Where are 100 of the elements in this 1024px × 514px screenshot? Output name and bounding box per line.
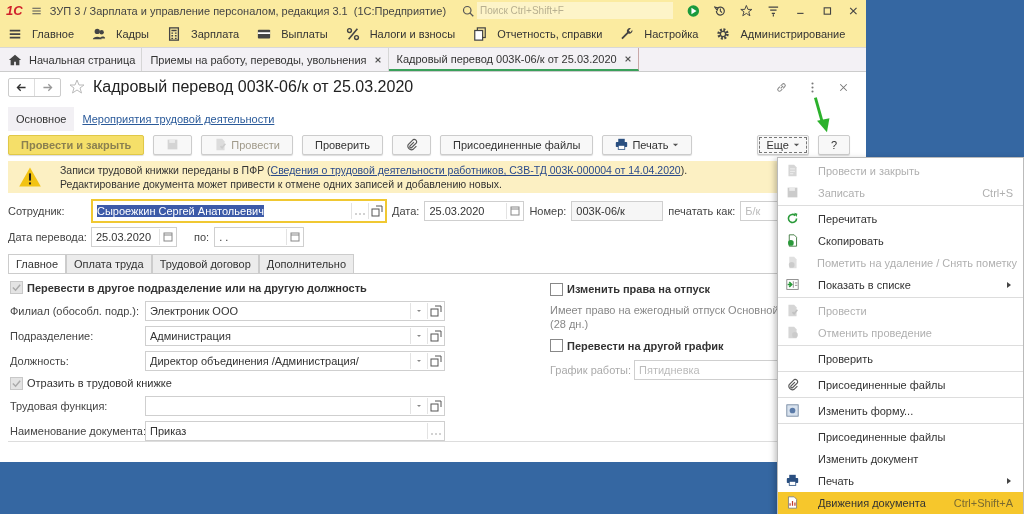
section-item[interactable]: Налоги и взносы	[345, 27, 456, 41]
people-icon	[92, 27, 107, 41]
open-icon[interactable]	[368, 203, 385, 219]
open-tab[interactable]: Начальная страница	[0, 48, 143, 71]
calculator-icon	[167, 27, 181, 41]
icon-button[interactable]	[392, 134, 431, 155]
floppy-icon	[786, 186, 799, 199]
field-label: Филиал (обособл. подр.):	[10, 304, 141, 317]
date-field[interactable]: 25.03.2020	[424, 201, 525, 221]
chart-icon	[786, 496, 799, 509]
select-field[interactable]: Администрация	[145, 325, 445, 346]
floppy-icon	[166, 138, 180, 151]
number-field[interactable]: 003К-06/к	[571, 201, 664, 221]
field-label: Дата:	[392, 205, 420, 217]
printer-icon	[615, 138, 629, 151]
checkbox[interactable]	[550, 339, 563, 353]
form-nav-link[interactable]: Мероприятия трудовой деятельности	[82, 113, 275, 125]
field-label: Номер:	[529, 205, 567, 217]
document-icon	[786, 256, 799, 269]
annotation-arrow	[812, 96, 832, 134]
close-icon[interactable]	[623, 54, 632, 63]
menu-item[interactable]: Изменить форму...	[778, 400, 1023, 422]
printer-icon	[786, 474, 799, 487]
field-label: по:	[193, 231, 210, 243]
document-icon	[786, 326, 799, 339]
ellipsis-icon[interactable]	[427, 423, 444, 439]
field-label: График работы:	[550, 363, 632, 376]
open-tab[interactable]: Кадровый перевод 003К-06/к от 25.03.2020	[388, 48, 639, 71]
warning-icon	[18, 166, 42, 188]
toolbar-button[interactable]: Печать	[602, 134, 693, 155]
banner-message: Записи трудовой книжки переданы в ПФР (Сведения о трудовой деятельности работников, СЗВ-ТД 003К-000004 от 14.04.2020).	[60, 164, 688, 176]
menu-item[interactable]: Изменить документ	[778, 448, 1023, 470]
toolbar-button[interactable]: Проверить	[301, 134, 383, 155]
field-label: Подразделение:	[10, 329, 95, 342]
star-icon[interactable]	[740, 2, 754, 19]
percent-icon	[345, 27, 360, 41]
caret-icon	[672, 141, 680, 148]
choice-field[interactable]: Приказ	[145, 421, 445, 441]
menu-icon	[8, 27, 22, 41]
more-button[interactable]: Еще	[757, 134, 809, 155]
paperclip-icon	[786, 378, 799, 391]
checkbox-label: Отразить в трудовой книжке	[27, 377, 172, 390]
checkbox-label: Перевести на другой график	[567, 339, 724, 352]
app-logo: 1С	[6, 3, 23, 18]
field-label: Должность:	[10, 354, 70, 367]
field-label: печатать как:	[668, 205, 736, 217]
open-icon[interactable]	[427, 302, 444, 319]
section-item[interactable]: Выплаты	[257, 27, 328, 41]
close-icon[interactable]	[373, 55, 382, 64]
form-tab[interactable]: Дополнительно	[258, 254, 354, 273]
form-nav-item[interactable]: Основное	[8, 107, 75, 131]
document-link[interactable]: Сведения о трудовой деятельности работников, СЗВ-ТД 003К-000004 от 14.04.2020	[270, 164, 681, 176]
menu-item[interactable]: Скопировать	[778, 230, 1023, 252]
select-field[interactable]: Директор объединения /Администрация/	[145, 350, 445, 371]
section-item[interactable]: Настройка	[620, 27, 699, 41]
window-title: ЗУП 3 / Зарплата и управление персоналом, редакция 3.1 (1С:Предприятие)	[49, 4, 447, 17]
open-tab[interactable]: Приемы на работу, переводы, увольнения	[142, 48, 389, 71]
menu-item[interactable]: Присоединенные файлы	[778, 426, 1023, 448]
date-field[interactable]: 25.03.2020	[91, 227, 177, 247]
link-icon[interactable]	[775, 80, 788, 94]
form-tab[interactable]: Оплата труда	[66, 254, 152, 273]
banner-message: Редактирование документа может привести к отмене одних записей и добавлению новых.	[60, 178, 503, 190]
form-tab[interactable]: Главное	[8, 254, 67, 273]
menu-item[interactable]: Печать	[778, 470, 1023, 492]
employee-field[interactable]: Сыроежкин Сергей Анатольевич	[91, 199, 387, 223]
calendar-icon[interactable]	[159, 229, 176, 245]
search-icon	[462, 4, 475, 17]
card-icon	[257, 27, 272, 41]
play-icon[interactable]	[687, 2, 700, 19]
open-icon[interactable]	[427, 398, 444, 414]
menu-item[interactable]: Движения документа Ctrl+Shift+A	[778, 492, 1023, 514]
star-icon[interactable]	[69, 79, 85, 95]
checkbox-label: Изменить права на отпуск	[567, 283, 710, 295]
copy-icon	[786, 234, 799, 247]
select-field[interactable]	[145, 396, 445, 416]
search-field[interactable]: Поиск Ctrl+Shift+F	[477, 2, 674, 19]
open-icon[interactable]	[427, 352, 444, 369]
section-item[interactable]: Зарплата	[167, 27, 240, 41]
toolbar-button[interactable]: Присоединенные файлы	[440, 134, 594, 155]
section-item[interactable]: Отчетность, справки	[473, 27, 603, 41]
form-tab[interactable]: Трудовой договор	[151, 254, 259, 273]
field-label: Трудовая функция:	[10, 400, 109, 412]
submenu-arrow-icon	[1005, 281, 1013, 289]
section-item[interactable]: Главное	[8, 27, 75, 41]
date-field[interactable]: . .	[214, 227, 305, 247]
help-button[interactable]: ?	[817, 134, 850, 155]
field-label: Сотрудник:	[8, 205, 66, 217]
form-title: Кадровый перевод 003К-06/к от 25.03.2020	[93, 78, 414, 96]
menu-item[interactable]: Присоединенные файлы	[778, 374, 1023, 396]
document-check-icon	[786, 304, 799, 317]
paperclip-icon	[405, 138, 418, 151]
open-icon[interactable]	[427, 327, 444, 344]
wrench-icon	[620, 27, 635, 41]
section-item[interactable]: Администрирование	[716, 27, 846, 41]
menu-item[interactable]: Показать в списке	[778, 274, 1023, 296]
menu-item[interactable]: Проверить	[778, 348, 1023, 370]
checkbox[interactable]	[550, 282, 563, 296]
select-field[interactable]: Электроник ООО	[145, 300, 445, 321]
section-item[interactable]: Кадры	[92, 27, 149, 41]
ellipsis-icon[interactable]	[351, 203, 368, 219]
